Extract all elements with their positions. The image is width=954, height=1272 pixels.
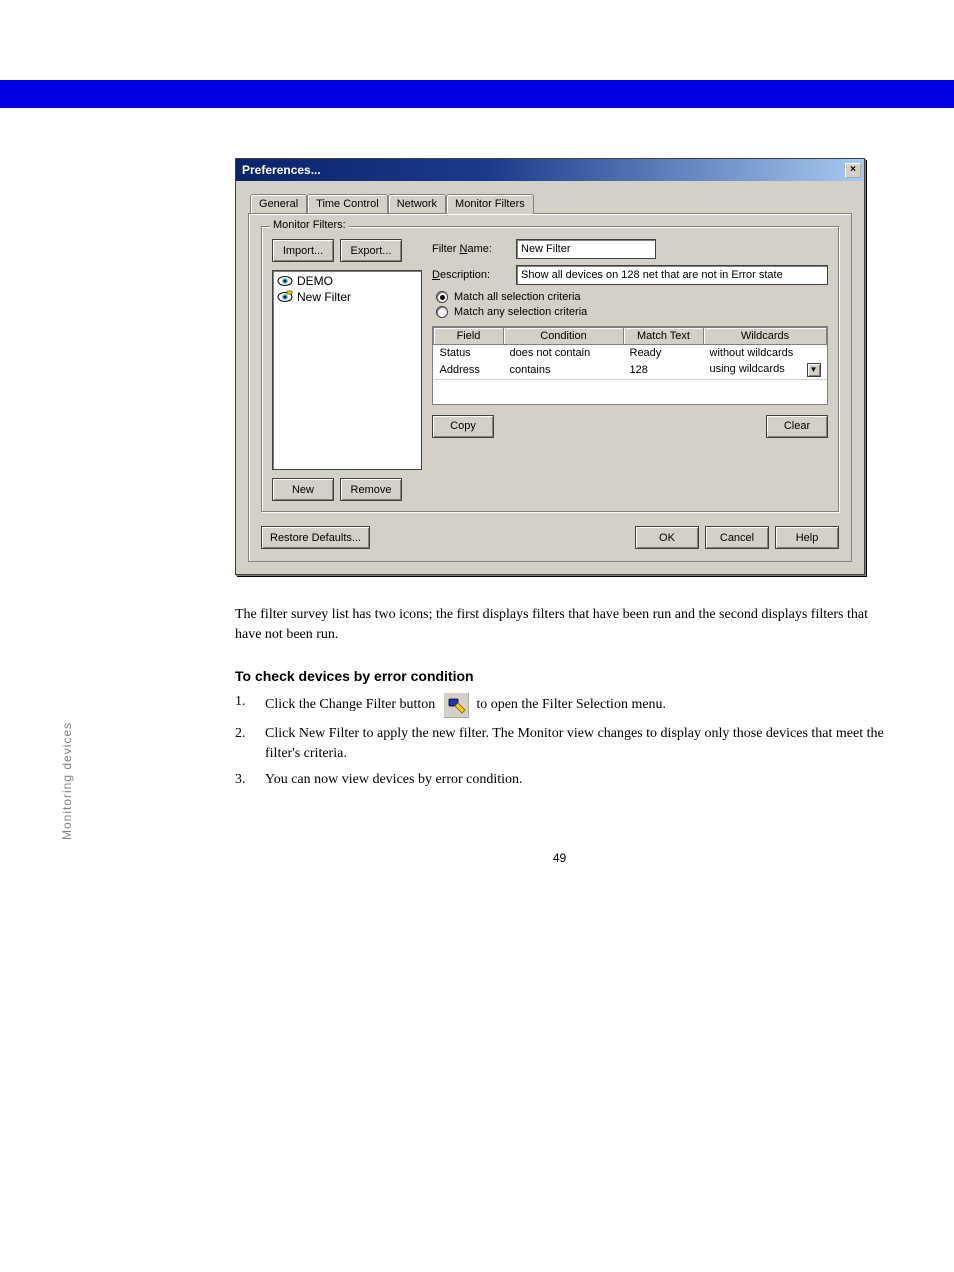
tab-network[interactable]: Network bbox=[388, 194, 446, 213]
radio-label: Match any selection criteria bbox=[454, 306, 587, 318]
step-number: 3. bbox=[235, 770, 255, 790]
change-filter-icon bbox=[443, 692, 469, 718]
close-icon[interactable]: × bbox=[845, 163, 861, 178]
body-text: The filter survey list has two icons; th… bbox=[235, 605, 884, 791]
match-radio-group: Match all selection criteria Match any s… bbox=[436, 291, 828, 318]
list-item-label: New Filter bbox=[297, 290, 351, 304]
tab-time-control[interactable]: Time Control bbox=[307, 194, 388, 213]
tab-general[interactable]: General bbox=[250, 194, 307, 213]
help-button[interactable]: Help bbox=[775, 526, 839, 549]
step-number: 2. bbox=[235, 724, 255, 744]
cell-condition: contains bbox=[504, 361, 624, 380]
filter-name-input[interactable] bbox=[516, 239, 656, 259]
tab-panel: Monitor Filters: Import... Export... bbox=[248, 213, 852, 562]
cell-wild: without wildcards bbox=[704, 345, 827, 362]
list-item[interactable]: DEMO bbox=[275, 273, 419, 289]
col-condition[interactable]: Condition bbox=[504, 328, 624, 345]
cell-field: Status bbox=[434, 345, 504, 362]
cell-wild: using wildcards▼ bbox=[704, 361, 827, 380]
radio-match-all[interactable]: Match all selection criteria bbox=[436, 291, 828, 303]
filter-name-label: Filter Name: bbox=[432, 243, 510, 255]
cell-match: 128 bbox=[624, 361, 704, 380]
list-item[interactable]: New Filter bbox=[275, 289, 419, 305]
col-match-text[interactable]: Match Text bbox=[624, 328, 704, 345]
col-field[interactable]: Field bbox=[434, 328, 504, 345]
radio-match-any[interactable]: Match any selection criteria bbox=[436, 306, 828, 318]
col-wildcards[interactable]: Wildcards bbox=[704, 328, 827, 345]
header-bar bbox=[0, 80, 954, 108]
tabstrip: General Time Control Network Monitor Fil… bbox=[248, 191, 852, 213]
dialog-title: Preferences... bbox=[242, 163, 321, 177]
export-button[interactable]: Export... bbox=[340, 239, 402, 262]
criteria-grid[interactable]: Field Condition Match Text Wildcards bbox=[432, 326, 828, 405]
cell-condition: does not contain bbox=[504, 345, 624, 362]
remove-button[interactable]: Remove bbox=[340, 478, 402, 501]
cancel-button[interactable]: Cancel bbox=[705, 526, 769, 549]
list-item-label: DEMO bbox=[297, 274, 333, 288]
step-1: 1. Click the Change Filter button to ope… bbox=[235, 692, 884, 718]
right-column: Filter Name: Description: Show all devic… bbox=[432, 239, 828, 501]
eye-icon bbox=[277, 274, 293, 288]
dialog-body: General Time Control Network Monitor Fil… bbox=[236, 181, 864, 574]
step-number: 1. bbox=[235, 692, 255, 712]
preferences-dialog: Preferences... × General Time Control Ne… bbox=[235, 158, 865, 575]
step-2: 2. Click New Filter to apply the new fil… bbox=[235, 724, 884, 765]
table-row[interactable]: Address contains 128 using wildcards▼ bbox=[434, 361, 827, 380]
import-button[interactable]: Import... bbox=[272, 239, 334, 262]
dialog-titlebar: Preferences... × bbox=[236, 159, 864, 181]
survey-paragraph: The filter survey list has two icons; th… bbox=[235, 605, 884, 646]
eye-flag-icon bbox=[277, 290, 293, 304]
cell-field: Address bbox=[434, 361, 504, 380]
step-3: 3. You can now view devices by error con… bbox=[235, 770, 884, 790]
page-number: 49 bbox=[235, 851, 884, 865]
chevron-down-icon[interactable]: ▼ bbox=[807, 363, 821, 377]
filter-listbox[interactable]: DEMO New bbox=[272, 270, 422, 470]
copy-button[interactable]: Copy bbox=[432, 415, 494, 438]
monitor-filters-group: Monitor Filters: Import... Export... bbox=[261, 226, 839, 512]
section-sidebar-label: Monitoring devices bbox=[60, 722, 74, 840]
procedure-heading: To check devices by error condition bbox=[235, 666, 884, 686]
cell-match: Ready bbox=[624, 345, 704, 362]
step-text: Click the Change Filter button to open t… bbox=[265, 692, 666, 718]
group-legend: Monitor Filters: bbox=[270, 219, 349, 231]
new-button[interactable]: New bbox=[272, 478, 334, 501]
grid-header-row: Field Condition Match Text Wildcards bbox=[434, 328, 827, 345]
radio-label: Match all selection criteria bbox=[454, 291, 581, 303]
radio-icon bbox=[436, 306, 448, 318]
ok-button[interactable]: OK bbox=[635, 526, 699, 549]
restore-defaults-button[interactable]: Restore Defaults... bbox=[261, 526, 370, 549]
tab-monitor-filters[interactable]: Monitor Filters bbox=[446, 194, 534, 214]
step-text: Click New Filter to apply the new filter… bbox=[265, 724, 884, 765]
radio-icon bbox=[436, 291, 448, 303]
description-label: Description: bbox=[432, 269, 510, 281]
step-text: You can now view devices by error condit… bbox=[265, 770, 523, 790]
table-row[interactable]: Status does not contain Ready without wi… bbox=[434, 345, 827, 362]
description-value[interactable]: Show all devices on 128 net that are not… bbox=[516, 265, 828, 285]
clear-button[interactable]: Clear bbox=[766, 415, 828, 438]
left-column: Import... Export... bbox=[272, 239, 422, 501]
